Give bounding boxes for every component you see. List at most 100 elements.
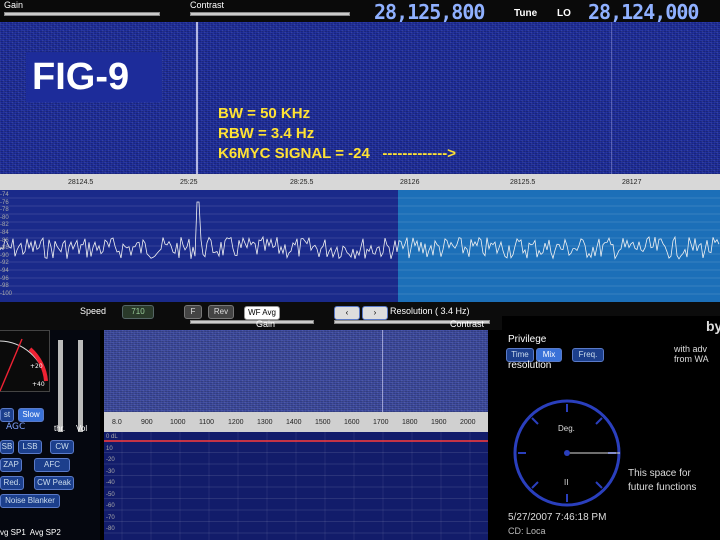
zap-button[interactable]: ZAP bbox=[0, 458, 22, 472]
axis-tick-label: 28127 bbox=[622, 179, 642, 186]
rev-button[interactable]: Rev bbox=[208, 305, 234, 319]
avg-sp-footer: vg SP1 Avg SP2 bbox=[0, 528, 61, 537]
future-functions-text-1: This space for bbox=[628, 468, 691, 479]
vol-label: Vol bbox=[76, 424, 88, 433]
left-panel: +20 +40 st Slow thr. Vol AGC SB LSB CW Z… bbox=[0, 330, 100, 540]
audio-y-tick-label: -30 bbox=[106, 468, 115, 475]
afc-button[interactable]: AFC bbox=[34, 458, 70, 472]
axis-tick-label: 28126 bbox=[400, 179, 420, 186]
axis-tick-label: 25:25 bbox=[180, 179, 198, 186]
audio-y-tick-label: -80 bbox=[106, 526, 115, 532]
top-contrast-label: Contrast bbox=[190, 0, 225, 10]
dial-degree-label: Deg. bbox=[558, 424, 575, 433]
audio-signal-trace bbox=[382, 330, 383, 412]
resolution-label: Resolution ( 3.4 Hz) bbox=[390, 306, 470, 316]
f-button[interactable]: F bbox=[184, 305, 202, 319]
bottom-status: CD: Loca bbox=[508, 526, 546, 536]
fast-button[interactable]: st bbox=[0, 408, 14, 422]
usb-button[interactable]: SB bbox=[0, 440, 14, 454]
audio-y-tick-label: -60 bbox=[106, 503, 115, 509]
lower-contrast-label: Contrast bbox=[450, 319, 485, 329]
fig-label: FIG-9 bbox=[32, 56, 130, 98]
audio-y-tick-label: -20 bbox=[106, 457, 115, 463]
top-controls-strip: Gain Contrast 28,125,800 Tune LO 28,124,… bbox=[0, 0, 720, 24]
audio-scale-label: 2000 bbox=[460, 419, 476, 426]
audio-scale-label: 1100 bbox=[199, 419, 215, 426]
by-label: by bbox=[706, 318, 720, 334]
audio-waterfall[interactable] bbox=[104, 330, 488, 412]
fig-label-box: FIG-9 bbox=[26, 52, 162, 102]
y-tick-label: -100 bbox=[0, 290, 13, 297]
speed-value-box[interactable]: 710 bbox=[122, 305, 154, 319]
audio-spectrum[interactable]: 0 dL 10 -20 -30 -40 -50 -60 -70 -80 bbox=[104, 432, 488, 540]
lo-label: LO bbox=[557, 8, 571, 19]
cw-peak-button[interactable]: CW Peak bbox=[34, 476, 74, 490]
audio-y-tick-label: -70 bbox=[106, 514, 115, 521]
timestamp: 5/27/2007 7:46:18 PM bbox=[508, 512, 607, 523]
resolution-increase[interactable]: › bbox=[362, 306, 388, 320]
audio-scale-label: 1900 bbox=[431, 419, 447, 426]
audio-y-tick-label: -40 bbox=[106, 480, 115, 486]
audio-scale-label: 1600 bbox=[344, 419, 360, 426]
y-tick-label: -76 bbox=[0, 199, 9, 206]
spectrum-display[interactable]: -74 -76 -78 -80 -82 -84 -86 -88 -90 -92 -94 -96 -98-… bbox=[0, 190, 720, 302]
thr-slider-track[interactable] bbox=[58, 340, 63, 432]
audio-spectrum-grid bbox=[104, 432, 488, 540]
y-tick-label: -78 bbox=[0, 207, 9, 214]
top-gain-slider[interactable] bbox=[4, 12, 160, 16]
audio-scale-label: 1000 bbox=[170, 419, 186, 426]
annotation-block: BW = 50 KHz RBW = 3.4 Hz K6MYC SIGNAL = … bbox=[218, 104, 548, 170]
annotation-bw: BW = 50 KHz bbox=[218, 105, 311, 122]
freq-button[interactable]: Freq. bbox=[572, 348, 604, 362]
axis-tick-label: 28124.5 bbox=[68, 179, 94, 186]
s-meter: +20 +40 bbox=[0, 330, 50, 392]
noise-blanker-button[interactable]: Noise Blanker bbox=[0, 494, 60, 508]
y-tick-label: -82 bbox=[0, 222, 9, 229]
audio-scale-label: 8.0 bbox=[112, 419, 122, 426]
dial-center bbox=[564, 450, 570, 456]
audio-y-tick-label: 0 dL bbox=[106, 434, 118, 440]
audio-scale-label: 1200 bbox=[228, 419, 244, 426]
y-tick-label: -74 bbox=[0, 192, 9, 198]
wf-avg-button[interactable]: WF Avg bbox=[244, 306, 280, 320]
slow-button[interactable]: Slow bbox=[18, 408, 44, 422]
axis-tick-label: 28125.5 bbox=[510, 179, 536, 186]
audio-scale-label: 1300 bbox=[257, 419, 273, 426]
direction-dial[interactable] bbox=[512, 398, 622, 508]
audio-scale-label: 1400 bbox=[286, 419, 302, 426]
cw-button[interactable]: CW bbox=[50, 440, 74, 454]
top-contrast-slider[interactable] bbox=[190, 12, 350, 16]
y-tick-label: -98 bbox=[0, 283, 9, 290]
s-meter-label: +40 bbox=[32, 381, 45, 388]
audio-freq-scale: 8.0 900 1000 1100 1200 1300 1400 1500 1600 1700 18… bbox=[104, 412, 488, 432]
y-tick-label: -96 bbox=[0, 275, 9, 282]
dial-bottom-label: II bbox=[564, 478, 569, 487]
annotation-rbw: RBW = 3.4 Hz bbox=[218, 125, 315, 142]
y-tick-label: -80 bbox=[0, 214, 9, 221]
audio-y-tick-label: 10 bbox=[106, 445, 113, 452]
audio-scale-label: 1800 bbox=[402, 419, 418, 426]
waterfall-signal-trace bbox=[196, 22, 198, 174]
thr-label: thr. bbox=[54, 424, 66, 433]
privilege-label: Privilege bbox=[508, 334, 547, 345]
audio-scale-label: 900 bbox=[141, 419, 153, 426]
lsb-button[interactable]: LSB bbox=[18, 440, 42, 454]
annotation-signal: K6MYC SIGNAL = -24 -------------> bbox=[218, 145, 457, 162]
audio-scale-label: 1500 bbox=[315, 419, 331, 426]
right-panel: Privilege Time Mix Freq. resolution by w… bbox=[502, 316, 720, 540]
future-functions-text-2: future functions bbox=[628, 482, 697, 493]
y-tick-label: -94 bbox=[0, 268, 9, 274]
noise-reduction-button[interactable]: Red. bbox=[0, 476, 24, 490]
with-adv-text: with adv bbox=[674, 344, 708, 354]
lower-gain-slider[interactable] bbox=[190, 320, 314, 324]
resolution-decrease[interactable]: ‹ bbox=[334, 306, 360, 320]
tune-label: Tune bbox=[514, 8, 538, 19]
waterfall-faint-trace bbox=[611, 22, 612, 174]
tune-frequency: 28,125,800 bbox=[374, 0, 485, 24]
resolution-mode-label: resolution bbox=[508, 360, 552, 371]
spectrum-axis: 28124.5 25:25 28:25.5 28126 28125.5 2812… bbox=[0, 174, 720, 190]
spectrum-y-ticks: -74 -76 -78 -80 -82 -84 -86 -88 -90 -92 -94 -96 -98-… bbox=[0, 192, 14, 300]
vol-slider-track[interactable] bbox=[78, 340, 83, 432]
axis-tick-label: 28:25.5 bbox=[290, 179, 314, 186]
y-tick-label: -88 bbox=[0, 245, 9, 252]
